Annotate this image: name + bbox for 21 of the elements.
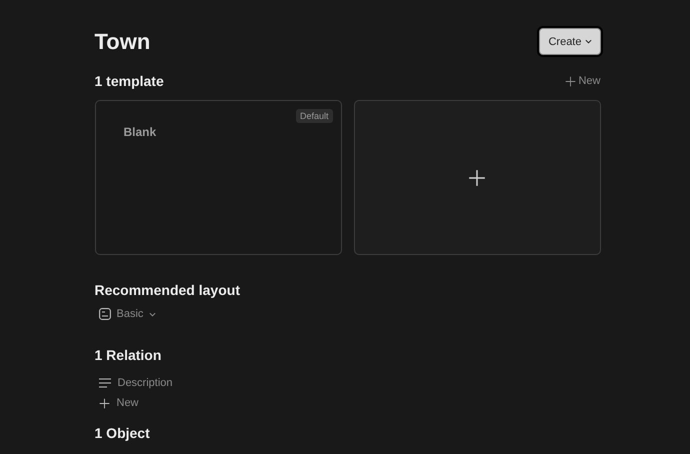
- layout-dropdown[interactable]: Basic: [98, 308, 156, 320]
- layout-icon: [98, 308, 110, 320]
- default-badge: Default: [296, 109, 332, 123]
- new-relation-link[interactable]: New: [116, 397, 139, 409]
- caret-icon: [584, 39, 592, 44]
- page-title: Town: [94, 28, 150, 54]
- section-heading: 1 Relation: [94, 347, 162, 363]
- new-template-link[interactable]: New: [565, 75, 600, 87]
- relation-label[interactable]: Description: [118, 377, 173, 389]
- plus-icon: [468, 168, 486, 186]
- template-card[interactable]: Blank Default: [94, 100, 342, 255]
- text-lines-icon: [98, 378, 110, 388]
- template-name: Blank: [124, 125, 156, 139]
- section-heading: 1 template: [94, 73, 164, 89]
- section-heading: 1 Object: [94, 425, 150, 441]
- section-heading: Recommended layout: [94, 282, 240, 298]
- plus-icon: [565, 76, 576, 86]
- create-button[interactable]: Create: [539, 28, 600, 55]
- plus-icon: [98, 398, 110, 408]
- add-template-card[interactable]: [354, 100, 600, 255]
- caret-icon: [149, 312, 156, 316]
